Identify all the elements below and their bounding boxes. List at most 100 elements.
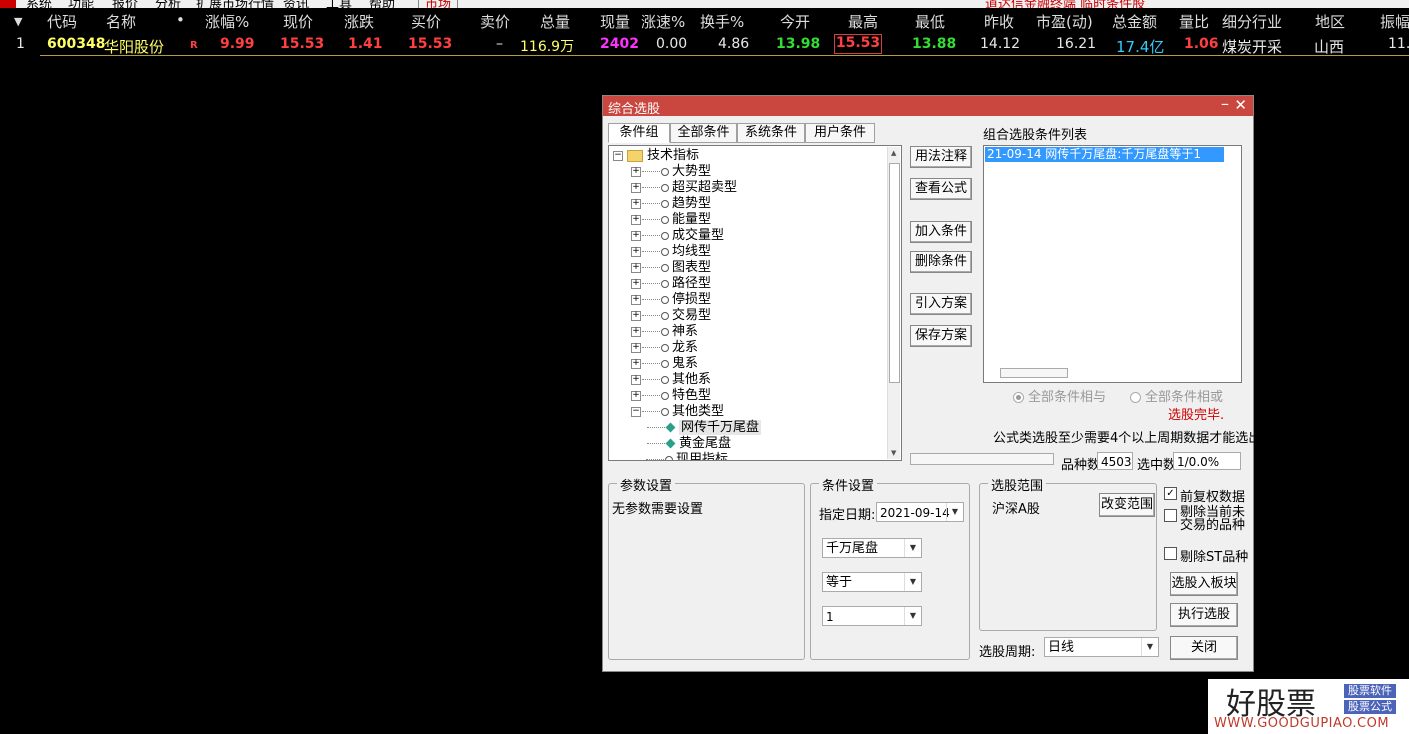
tree-category[interactable]: + 特色型	[631, 388, 711, 404]
expand-icon[interactable]: +	[631, 198, 641, 209]
tree-category[interactable]: + 神系	[631, 324, 698, 340]
collapse-icon[interactable]: −	[631, 406, 641, 417]
execute-screen-button[interactable]: 执行选股	[1170, 603, 1238, 627]
expand-icon[interactable]: +	[631, 358, 641, 369]
indicator-tree[interactable]: − 技术指标 + 大势型 + 超买超卖型 + 趋势型 + 能量型 + 成交量型 + 均线型 + 图表型 + 路径…	[608, 145, 902, 461]
checkbox-exclude-st[interactable]	[1164, 547, 1177, 560]
market-tab[interactable]: 市场	[418, 0, 459, 8]
expand-icon[interactable]: +	[631, 342, 641, 353]
col-price[interactable]: 现价	[283, 11, 313, 33]
tree-category[interactable]: − 其他类型	[631, 404, 724, 420]
list-hscroll[interactable]	[1000, 368, 1068, 378]
expand-icon[interactable]: +	[631, 390, 641, 401]
col-amplitude[interactable]: 振幅	[1380, 11, 1409, 33]
tree-child[interactable]: 黄金尾盘	[647, 436, 731, 452]
list-item[interactable]: 21-09-14 网传千万尾盘:千万尾盘等于1	[985, 147, 1224, 162]
delete-condition-button[interactable]: 删除条件	[910, 251, 972, 273]
checkbox-exclude-untraded[interactable]	[1164, 509, 1177, 522]
close-button[interactable]: 关闭	[1170, 636, 1238, 660]
col-bid[interactable]: 买价	[411, 11, 441, 33]
chevron-down-icon[interactable]: ▼	[1141, 638, 1158, 656]
menu-news[interactable]: 资讯	[283, 0, 309, 8]
scroll-up-icon[interactable]: ▲	[891, 149, 896, 157]
menu-function[interactable]: 功能	[68, 0, 94, 8]
col-ask[interactable]: 卖价	[480, 11, 510, 33]
expand-icon[interactable]: +	[631, 374, 641, 385]
chevron-down-icon[interactable]: ▼	[904, 607, 921, 625]
menu-extended-market[interactable]: 扩展市场行情	[196, 0, 274, 8]
scroll-thumb[interactable]	[889, 163, 900, 383]
col-change-pct[interactable]: 涨幅%	[205, 11, 249, 33]
expand-icon[interactable]: +	[631, 214, 641, 225]
tree-category[interactable]: + 龙系	[631, 340, 698, 356]
menu-tools[interactable]: 工具	[326, 0, 352, 8]
scroll-down-icon[interactable]: ▼	[891, 449, 896, 457]
tab-system-conditions[interactable]: 系统条件	[737, 123, 805, 143]
col-open[interactable]: 今开	[780, 11, 810, 33]
tree-scrollbar[interactable]: ▲ ▼	[887, 147, 900, 459]
tree-child[interactable]: 网传千万尾盘	[647, 420, 762, 436]
tab-all-conditions[interactable]: 全部条件	[670, 123, 737, 143]
expand-icon[interactable]: +	[631, 262, 641, 273]
expand-icon[interactable]: +	[631, 230, 641, 241]
tree-category[interactable]: + 超买超卖型	[631, 180, 737, 196]
usage-note-button[interactable]: 用法注释	[910, 146, 972, 168]
col-volume[interactable]: 总量	[540, 11, 570, 33]
date-picker[interactable]: 2021-09-14 ▼	[876, 502, 964, 522]
expand-icon[interactable]: +	[631, 310, 641, 321]
add-condition-button[interactable]: 加入条件	[910, 221, 972, 243]
expand-icon[interactable]: +	[631, 326, 641, 337]
col-low[interactable]: 最低	[915, 11, 945, 33]
tree-category[interactable]: + 趋势型	[631, 196, 711, 212]
menu-help[interactable]: 帮助	[369, 0, 395, 8]
menu-analysis[interactable]: 分析	[155, 0, 181, 8]
checkbox-fq[interactable]: ✓	[1164, 487, 1177, 500]
radio-icon[interactable]	[1130, 392, 1141, 403]
col-name[interactable]: 名称	[106, 11, 136, 33]
tree-category[interactable]: + 能量型	[631, 212, 711, 228]
col-code[interactable]: 代码	[47, 11, 77, 33]
col-prev-close[interactable]: 昨收	[984, 11, 1014, 33]
chevron-down-icon[interactable]: ▼	[946, 503, 963, 521]
period-select[interactable]: 日线 ▼	[1044, 637, 1159, 657]
minimize-icon[interactable]: –	[1221, 94, 1229, 113]
tab-user-conditions[interactable]: 用户条件	[805, 123, 875, 143]
condition-operator-select[interactable]: 等于 ▼	[822, 572, 922, 592]
col-speed[interactable]: 涨速%	[641, 11, 685, 33]
chevron-down-icon[interactable]: ▼	[904, 539, 921, 557]
save-plan-button[interactable]: 保存方案	[910, 325, 972, 347]
tree-category[interactable]: + 路径型	[631, 276, 711, 292]
col-industry[interactable]: 细分行业	[1222, 11, 1282, 33]
col-high[interactable]: 最高	[848, 11, 878, 33]
col-turnover[interactable]: 换手%	[700, 11, 744, 33]
col-vol-ratio[interactable]: 量比	[1179, 11, 1209, 33]
col-cur-volume[interactable]: 现量	[600, 11, 630, 33]
chevron-down-icon[interactable]: ▼	[904, 573, 921, 591]
dialog-titlebar[interactable]: 综合选股 – ✕	[603, 94, 1253, 117]
col-region[interactable]: 地区	[1315, 11, 1345, 33]
menu-quote[interactable]: 报价	[112, 0, 138, 8]
condition-value-select[interactable]: 1 ▼	[822, 606, 922, 626]
tree-root[interactable]: − 技术指标	[613, 148, 699, 164]
tree-category[interactable]: + 图表型	[631, 260, 711, 276]
radio-icon[interactable]	[1013, 392, 1024, 403]
expand-icon[interactable]: +	[631, 278, 641, 289]
expand-icon[interactable]: +	[631, 166, 641, 177]
tree-category[interactable]: + 停损型	[631, 292, 711, 308]
expand-icon[interactable]: +	[631, 294, 641, 305]
to-block-button[interactable]: 选股入板块	[1170, 572, 1238, 596]
view-formula-button[interactable]: 查看公式	[910, 178, 972, 200]
menu-system[interactable]: 系统	[26, 0, 52, 8]
radio-and[interactable]: 全部条件相与	[1013, 386, 1106, 405]
tree-category[interactable]: + 其他系	[631, 372, 711, 388]
tree-category[interactable]: + 均线型	[631, 244, 711, 260]
change-range-button[interactable]: 改变范围	[1099, 493, 1155, 517]
tree-item-current[interactable]: 现用指标	[631, 452, 728, 460]
col-amount[interactable]: 总金额	[1112, 11, 1157, 33]
tab-condition-group[interactable]: 条件组	[608, 123, 670, 143]
expand-icon[interactable]: +	[631, 246, 641, 257]
import-plan-button[interactable]: 引入方案	[910, 293, 972, 315]
close-icon[interactable]: ✕	[1234, 96, 1247, 114]
condition-field-select[interactable]: 千万尾盘 ▼	[822, 538, 922, 558]
tree-category[interactable]: + 成交量型	[631, 228, 724, 244]
